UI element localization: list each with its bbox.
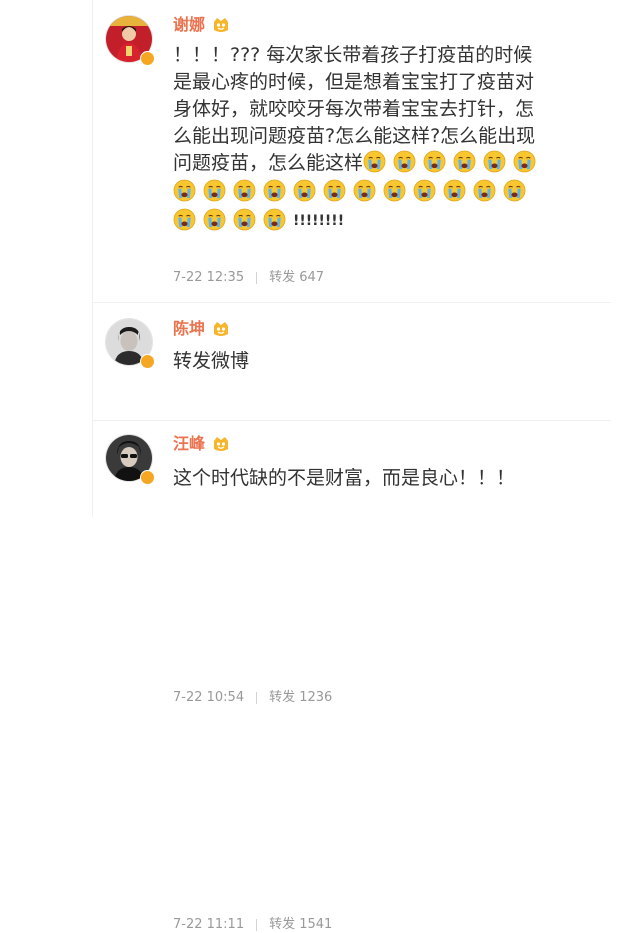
divider — [256, 919, 258, 931]
crying-face-emoji — [203, 208, 226, 231]
crying-face-emoji — [203, 179, 226, 202]
crying-face-emoji — [323, 179, 346, 202]
timestamp: 7-22 12:35 — [173, 270, 245, 285]
comment-text: 转发微博 — [173, 350, 250, 372]
crying-face-emoji — [233, 208, 256, 231]
crying-face-emoji — [263, 179, 286, 202]
verified-badge-icon — [140, 51, 155, 66]
repost-link[interactable]: 转发 647 — [269, 270, 324, 286]
comment-item: 汪峰 这个时代缺的不是财富，而是良心！！！ 7-22 11:11 转发 1541 — [93, 420, 611, 932]
verified-badge-icon — [140, 354, 155, 369]
text-line: 身体好，就咬咬牙每次带着宝宝去打针，怎 — [173, 98, 535, 120]
timestamp: 7-22 10:54 — [173, 690, 245, 705]
repost-link[interactable]: 转发 1541 — [269, 917, 332, 933]
timestamp: 7-22 11:11 — [173, 917, 245, 932]
vip-badge-icon — [214, 322, 229, 336]
divider — [256, 692, 258, 704]
crying-face-emoji — [453, 150, 476, 173]
author-name[interactable]: 陈坤 — [173, 318, 205, 340]
repost-link[interactable]: 转发 1236 — [269, 690, 332, 706]
text-line: ！！！??? 每次家长带着孩子打疫苗的时候 — [173, 44, 533, 66]
text-line: 是最心疼的时候，但是想着宝宝打了疫苗对 — [173, 71, 535, 93]
comment-text: 这个时代缺的不是财富，而是良心！！！ — [173, 467, 516, 489]
author-name[interactable]: 汪峰 — [173, 433, 205, 455]
crying-face-emoji — [173, 179, 196, 202]
comment-item: 陈坤 转发微博 7-22 10:54 转发 1236 — [93, 302, 611, 705]
comment-text: ！！！??? 每次家长带着孩子打疫苗的时候 是最心疼的时候，但是想着宝宝打了疫苗… — [173, 42, 583, 237]
comment-meta: 7-22 10:54 转发 1236 — [173, 690, 332, 706]
crying-face-emoji — [473, 179, 496, 202]
crying-face-emoji — [413, 179, 436, 202]
vip-badge-icon — [214, 437, 229, 451]
author-name[interactable]: 谢娜 — [173, 14, 205, 36]
comment-meta: 7-22 12:35 转发 647 — [173, 270, 324, 286]
crying-face-emoji — [393, 150, 416, 173]
crying-face-emoji — [443, 179, 466, 202]
crying-face-emoji — [383, 179, 406, 202]
crying-face-emoji — [353, 179, 376, 202]
divider — [256, 272, 258, 284]
crying-face-emoji — [363, 150, 386, 173]
crying-face-emoji — [423, 150, 446, 173]
crying-face-emoji — [263, 208, 286, 231]
vip-badge-icon — [214, 18, 229, 32]
crying-face-emoji — [293, 179, 316, 202]
text-line: 么能出现问题疫苗?怎么能这样?怎么能出现 — [173, 125, 536, 147]
crying-face-emoji — [173, 208, 196, 231]
crying-face-emoji — [233, 179, 256, 202]
comment-item: 谢娜 ！！！??? 每次家长带着孩子打疫苗的时候 是最心疼的时候，但是想着宝宝打… — [93, 0, 611, 302]
crying-face-emoji — [513, 150, 536, 173]
verified-badge-icon — [140, 470, 155, 485]
comment-meta: 7-22 11:11 转发 1541 — [173, 917, 332, 933]
exclamation-text: !!!!!!!! — [293, 213, 345, 229]
text-line: 问题疫苗，怎么能这样 — [173, 152, 364, 174]
crying-face-emoji — [503, 179, 526, 202]
comment-list: 谢娜 ！！！??? 每次家长带着孩子打疫苗的时候 是最心疼的时候，但是想着宝宝打… — [92, 0, 611, 932]
crying-face-emoji — [483, 150, 506, 173]
